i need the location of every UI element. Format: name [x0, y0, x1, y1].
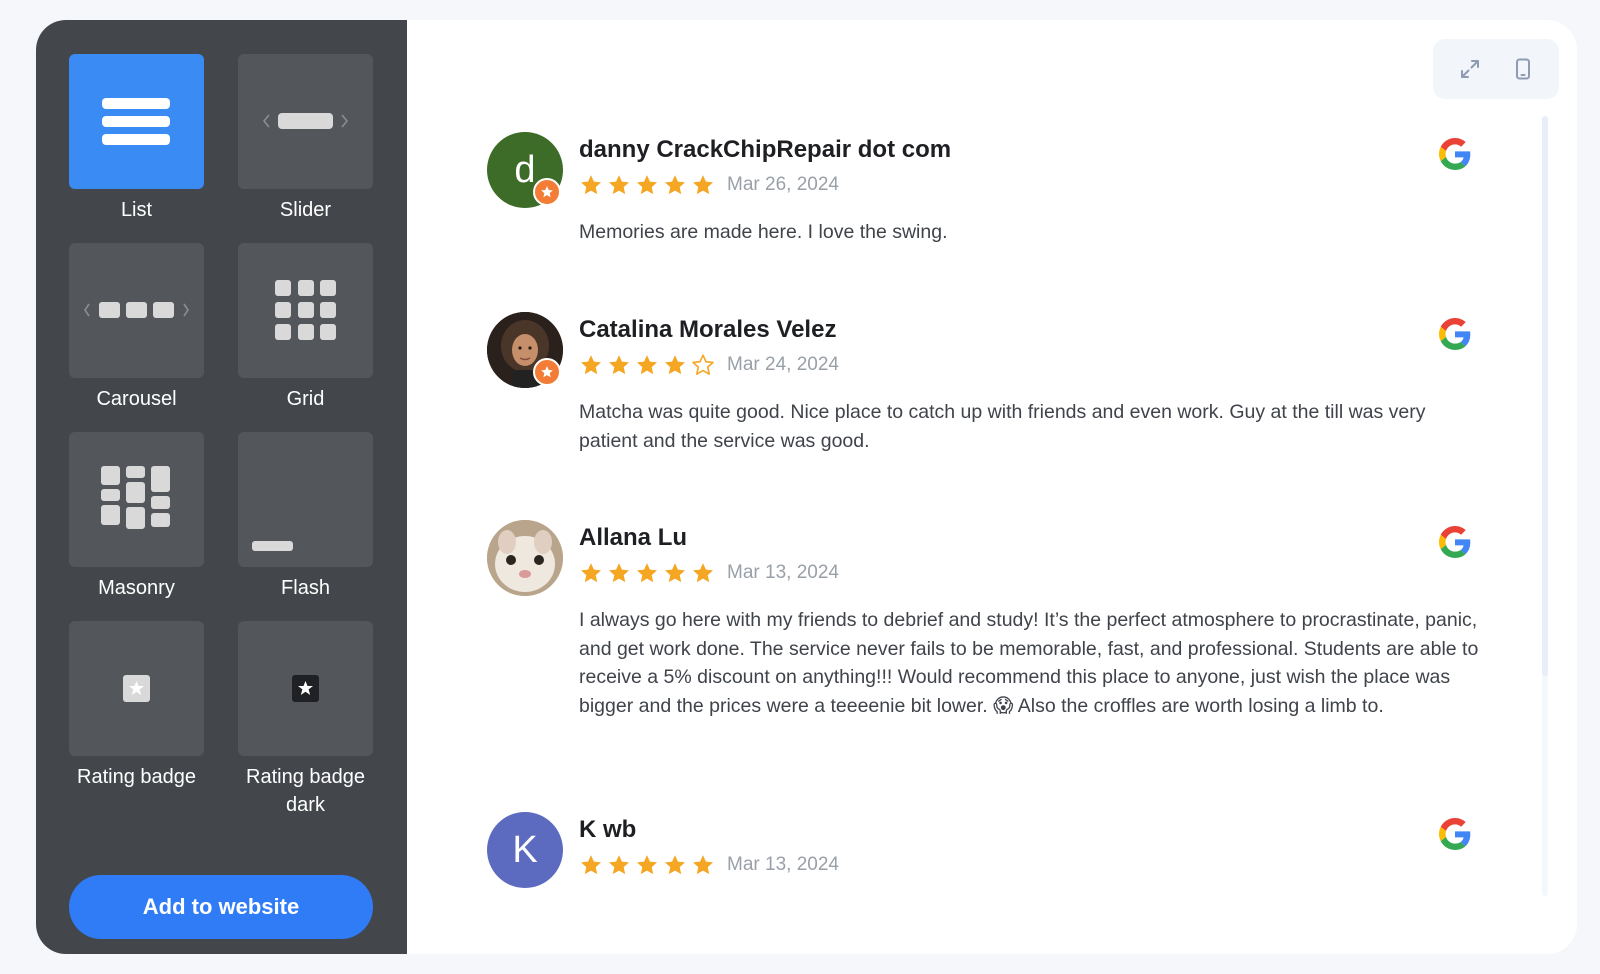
layout-option-list[interactable]: List [69, 54, 204, 243]
star-filled-icon [637, 175, 657, 195]
review-date: Mar 26, 2024 [727, 174, 839, 195]
slider-layout-icon [238, 54, 373, 189]
star-filled-icon [581, 563, 601, 583]
layout-option-grid[interactable]: Grid [238, 243, 373, 432]
star-empty-icon [692, 354, 714, 375]
star-filled-icon [581, 355, 601, 375]
star-filled-icon [609, 563, 629, 583]
rating-badge-dark-icon [238, 621, 373, 756]
layout-option-slider[interactable]: Slider [238, 54, 373, 243]
star-rating [579, 353, 715, 377]
layout-option-label: Masonry [98, 577, 175, 599]
review-card: Allana Lu Mar 13, 2024 I always go here … [487, 520, 1487, 812]
review-card: K K wb Mar 13, 2024 [487, 812, 1487, 902]
widget-editor: List Slider Carousel Grid Masonry Flash … [36, 20, 1577, 954]
review-card: d danny CrackChipRepair dot com Mar 26, … [487, 132, 1487, 312]
layout-option-rating-badge-dark[interactable]: Rating badge dark [238, 621, 373, 816]
add-to-website-button[interactable]: Add to website [69, 875, 373, 939]
layout-option-label: Carousel [96, 388, 177, 410]
reviewer-name: Catalina Morales Velez [579, 316, 837, 343]
reviewer-name: danny CrackChipRepair dot com [579, 136, 952, 163]
star-filled-icon [665, 355, 685, 375]
star-rating [579, 853, 715, 877]
carousel-layout-icon [69, 243, 204, 378]
local-guide-badge-icon [533, 358, 561, 386]
star-filled-icon [581, 855, 601, 875]
review-list: d danny CrackChipRepair dot com Mar 26, … [487, 132, 1487, 902]
star-rating [579, 173, 715, 197]
review-text: I always go here with my friends to debr… [579, 609, 1479, 717]
layout-option-carousel[interactable]: Carousel [69, 243, 204, 432]
layout-option-label: Grid [286, 388, 325, 410]
review-card: Catalina Morales Velez Mar 24, 2024 Matc… [487, 312, 1487, 520]
star-filled-icon [693, 563, 713, 583]
layout-sidebar: List Slider Carousel Grid Masonry Flash … [36, 20, 407, 954]
review-date: Mar 13, 2024 [727, 854, 839, 875]
scrollbar-thumb[interactable] [1542, 116, 1548, 676]
rating-badge-icon [69, 621, 204, 756]
star-filled-icon [693, 175, 713, 195]
reviewer-name: Allana Lu [579, 524, 688, 551]
layout-option-label: Flash [281, 577, 330, 599]
layout-option-label: List [120, 199, 153, 221]
widget-preview: d danny CrackChipRepair dot com Mar 26, … [407, 20, 1577, 954]
expand-icon[interactable] [1452, 51, 1488, 87]
preview-toolbar [1433, 39, 1559, 99]
layout-option-flash[interactable]: Flash [238, 432, 373, 621]
layout-option-label: Rating badge [77, 766, 196, 788]
layout-option-label: Rating badge dark [246, 766, 365, 816]
mobile-device-icon[interactable] [1505, 51, 1541, 87]
google-logo-icon [1439, 526, 1471, 558]
star-filled-icon [609, 855, 629, 875]
masonry-layout-icon [69, 432, 204, 567]
star-filled-icon [665, 855, 685, 875]
google-logo-icon [1439, 318, 1471, 350]
star-filled-icon [665, 175, 685, 195]
layout-option-label: Slider [279, 199, 332, 221]
google-logo-icon [1439, 138, 1471, 170]
avatar [487, 520, 563, 596]
star-filled-icon [609, 175, 629, 195]
star-filled-icon [609, 355, 629, 375]
star-filled-icon [665, 563, 685, 583]
list-layout-icon [69, 54, 204, 189]
layout-option-rating-badge[interactable]: Rating badge [69, 621, 204, 810]
star-filled-icon [581, 175, 601, 195]
reviewer-name: K wb [579, 816, 637, 843]
review-list-scrollbar[interactable] [1542, 116, 1548, 896]
star-filled-icon [637, 563, 657, 583]
local-guide-badge-icon [533, 178, 561, 206]
review-date: Mar 24, 2024 [727, 354, 839, 375]
avatar-initial: K [512, 828, 538, 871]
review-text: Memories are made here. I love the swing… [579, 221, 948, 243]
review-text: Matcha was quite good. Nice place to cat… [579, 401, 1426, 452]
avatar-initial: d [514, 148, 536, 191]
layout-option-masonry[interactable]: Masonry [69, 432, 204, 621]
grid-layout-icon [238, 243, 373, 378]
layout-options: List Slider Carousel Grid Masonry Flash … [69, 54, 373, 816]
star-rating [579, 561, 715, 585]
flash-layout-icon [238, 432, 373, 567]
avatar: K [487, 812, 563, 888]
star-filled-icon [693, 855, 713, 875]
star-filled-icon [637, 855, 657, 875]
google-logo-icon [1439, 818, 1471, 850]
review-date: Mar 13, 2024 [727, 562, 839, 583]
star-filled-icon [637, 355, 657, 375]
